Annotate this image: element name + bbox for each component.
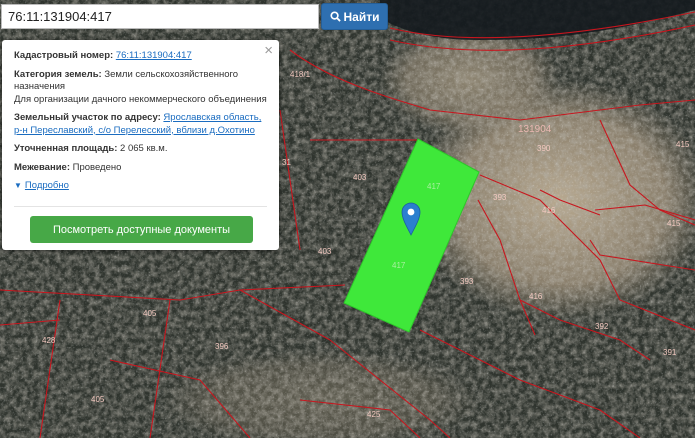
survey-value: Проведено — [72, 161, 122, 173]
parcel-number: 416 — [542, 206, 556, 215]
more-details-toggle[interactable]: ▼ Подробно — [14, 180, 267, 191]
more-details-label: Подробно — [24, 180, 69, 191]
parcel-number: 418/1 — [290, 70, 311, 79]
category-label: Категория земель: — [14, 68, 102, 80]
parcel-number: 416 — [529, 292, 543, 301]
area-value: 2 065 кв.м. — [120, 143, 168, 154]
parcel-number: 393 — [460, 277, 474, 286]
parcel-number: 415 — [676, 140, 690, 149]
category-row: Категория земель: Земли сельскохозяйстве… — [14, 69, 267, 107]
address-label: Земельный участок по адресу: — [14, 112, 161, 123]
view-documents-button[interactable]: Посмотреть доступные документы — [30, 216, 253, 243]
search-icon — [329, 11, 341, 22]
parcel-info-popup: × Кадастровый номер: 76:11:131904:417 Ка… — [2, 40, 279, 250]
cadastral-label: Кадастровый номер: — [14, 50, 114, 61]
close-icon[interactable]: × — [264, 43, 273, 58]
survey-label: Межевание: — [14, 161, 70, 173]
survey-row: Межевание: Проведено — [14, 162, 267, 175]
divider — [14, 206, 267, 207]
cadastral-row: Кадастровый номер: 76:11:131904:417 — [14, 50, 267, 63]
find-button[interactable]: Найти — [321, 3, 388, 30]
triangle-down-icon: ▼ — [14, 181, 22, 190]
parcel-number: 415 — [667, 219, 681, 228]
area-row: Уточненная площадь: 2 065 кв.м. — [14, 143, 267, 156]
parcel-number: 390 — [537, 144, 551, 153]
parcel-number: 392 — [595, 322, 609, 331]
parcel-number: 31 — [282, 158, 291, 167]
cadastral-number-link[interactable]: 76:11:131904:417 — [116, 50, 192, 61]
parcel-number: 403 — [353, 173, 367, 182]
parcel-number: 428 — [42, 336, 56, 345]
area-label: Уточненная площадь: — [14, 143, 118, 154]
parcel-number: 403 — [318, 247, 332, 256]
parcel-number: 391 — [663, 348, 677, 357]
address-row: Земельный участок по адресу: Ярославская… — [14, 112, 267, 137]
parcel-number: 425 — [367, 410, 381, 419]
parcel-number: 396 — [215, 342, 229, 351]
usage-value: Для организации дачного некоммерческого … — [14, 93, 267, 105]
parcel-number: 405 — [143, 309, 157, 318]
parcel-number: 393 — [493, 193, 507, 202]
parcel-number: 417 — [392, 261, 406, 270]
find-button-label: Найти — [343, 9, 380, 24]
block-label: 131904 — [518, 124, 552, 135]
parcel-number: 417 — [427, 182, 441, 191]
parcel-number: 405 — [91, 395, 105, 404]
search-input[interactable]: 76:11:131904:417 — [1, 4, 319, 29]
